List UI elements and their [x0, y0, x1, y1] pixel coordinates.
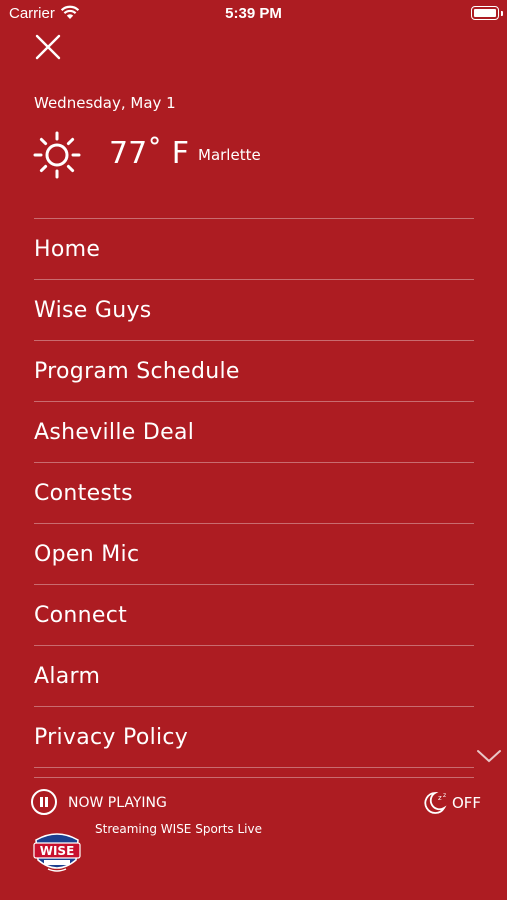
nav-menu: Home Wise Guys Program Schedule Ashevill…	[34, 218, 474, 778]
menu-item-home[interactable]: Home	[34, 218, 474, 279]
sun-icon	[33, 131, 81, 179]
svg-text:z: z	[443, 792, 446, 799]
menu-item-alarm[interactable]: Alarm	[34, 645, 474, 706]
menu-item-open-mic[interactable]: Open Mic	[34, 523, 474, 584]
stream-title: Streaming WISE Sports Live	[95, 822, 262, 836]
sleep-timer-status[interactable]: OFF	[452, 794, 481, 812]
menu-item-label: Alarm	[34, 663, 101, 689]
weather-date: Wednesday, May 1	[34, 94, 176, 112]
menu-item-label: Connect	[34, 602, 128, 628]
clock: 5:39 PM	[225, 5, 282, 22]
close-icon[interactable]	[34, 33, 62, 61]
status-bar: Carrier 5:39 PM	[0, 0, 507, 28]
temperature: 77˚ F	[109, 136, 189, 171]
station-logo: WISE	[33, 833, 81, 872]
menu-item-wise-guys[interactable]: Wise Guys	[34, 279, 474, 340]
pause-button[interactable]	[31, 789, 57, 815]
menu-item-privacy-policy[interactable]: Privacy Policy	[34, 706, 474, 767]
menu-item-label: Asheville Deal	[34, 419, 195, 445]
svg-text:z: z	[438, 794, 442, 802]
now-playing-label: NOW PLAYING	[68, 795, 167, 811]
menu-item-label: Contests	[34, 480, 133, 506]
menu-item-label: Open Mic	[34, 541, 140, 567]
menu-item-program-schedule[interactable]: Program Schedule	[34, 340, 474, 401]
chevron-down-icon[interactable]	[476, 748, 502, 764]
menu-item-label: Privacy Policy	[34, 724, 189, 750]
menu-item-label: Program Schedule	[34, 358, 240, 384]
player-divider	[34, 777, 474, 778]
menu-item-label: Wise Guys	[34, 297, 152, 323]
menu-item-label: Home	[34, 236, 101, 262]
svg-text:WISE: WISE	[40, 844, 75, 858]
sleep-timer-icon[interactable]: z z	[422, 790, 452, 816]
weather-location: Marlette	[198, 146, 261, 164]
menu-item-connect[interactable]: Connect	[34, 584, 474, 645]
menu-item-contests[interactable]: Contests	[34, 462, 474, 523]
battery-icon	[471, 6, 503, 20]
menu-item-asheville-deal[interactable]: Asheville Deal	[34, 401, 474, 462]
